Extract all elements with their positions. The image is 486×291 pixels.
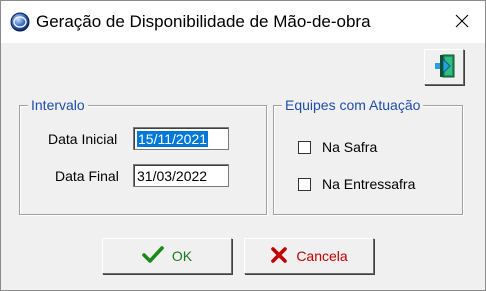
intervalo-group: Intervalo Data Inicial 15/11/2021 Data F… xyxy=(19,97,267,215)
exit-door-icon xyxy=(431,53,457,82)
check-icon xyxy=(142,245,164,267)
dialog-window: Geração de Disponibilidade de Mão-de-obr… xyxy=(0,0,486,291)
equipes-group: Equipes com Atuação Na Safra Na Entressa… xyxy=(273,97,463,215)
title-bar[interactable]: Geração de Disponibilidade de Mão-de-obr… xyxy=(1,1,485,43)
close-button[interactable] xyxy=(439,1,485,43)
cancel-button[interactable]: Cancela xyxy=(244,238,374,274)
equipes-legend: Equipes com Atuação xyxy=(282,97,424,113)
na-safra-checkbox[interactable] xyxy=(298,141,311,154)
x-mark-icon xyxy=(270,246,288,267)
na-entressafra-label[interactable]: Na Entressafra xyxy=(322,176,415,192)
ok-label: OK xyxy=(171,248,193,264)
na-safra-label[interactable]: Na Safra xyxy=(322,139,377,155)
na-entressafra-checkbox[interactable] xyxy=(298,178,311,191)
close-icon xyxy=(455,14,469,31)
data-inicial-input[interactable]: 15/11/2021 xyxy=(133,127,229,150)
data-final-input[interactable]: 31/03/2022 xyxy=(133,164,229,187)
data-final-label: Data Final xyxy=(55,168,119,184)
exit-button[interactable] xyxy=(424,49,464,85)
ok-button[interactable]: OK xyxy=(102,238,232,274)
data-inicial-label: Data Inicial xyxy=(48,131,118,147)
app-globe-icon xyxy=(10,12,30,32)
window-title: Geração de Disponibilidade de Mão-de-obr… xyxy=(36,12,371,31)
data-inicial-value: 15/11/2021 xyxy=(137,131,209,147)
intervalo-legend: Intervalo xyxy=(28,97,88,113)
cancel-label: Cancela xyxy=(296,248,348,264)
dialog-body: Intervalo Data Inicial 15/11/2021 Data F… xyxy=(1,43,485,290)
